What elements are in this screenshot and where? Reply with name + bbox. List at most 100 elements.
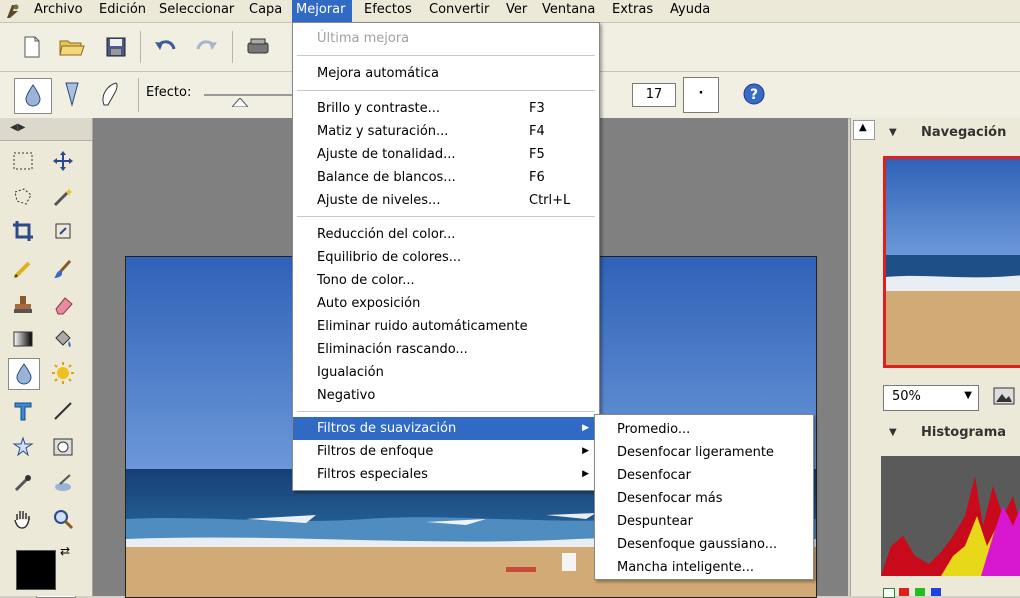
shape-icon[interactable]: [8, 432, 38, 462]
line-icon[interactable]: [48, 396, 78, 426]
menu-mejorar[interactable]: Mejorar: [292, 0, 352, 22]
menu-item-auto-exposicion[interactable]: Auto exposición: [293, 292, 599, 315]
menu-extras[interactable]: Extras: [608, 0, 657, 22]
crop-icon[interactable]: [8, 216, 38, 246]
menu-bar: Archivo Edición Seleccionar Capa Mejorar…: [0, 0, 1020, 23]
menu-item-balance-blancos[interactable]: Balance de blancos... F6: [293, 166, 599, 189]
menu-separator: [297, 55, 595, 56]
menu-separator: [297, 411, 595, 412]
menu-item-ajuste-tonalidad[interactable]: Ajuste de tonalidad... F5: [293, 143, 599, 166]
panel-scroll-button[interactable]: ▲: [853, 120, 875, 140]
save-disk-icon[interactable]: [102, 33, 130, 61]
clone-stamp-icon[interactable]: [8, 290, 38, 320]
smudge-finger-icon[interactable]: [96, 80, 124, 108]
lasso-icon[interactable]: [8, 182, 38, 212]
blur-drop-icon[interactable]: [14, 78, 52, 114]
menu-item-equilibrio-colores[interactable]: Equilibrio de colores...: [293, 246, 599, 269]
zoom-icon[interactable]: [48, 504, 78, 534]
histogram-graph: [881, 456, 1020, 576]
gradient-icon[interactable]: [8, 324, 38, 354]
toolbox: ◀▶ ⇄: [0, 118, 93, 598]
swap-colors-icon[interactable]: ⇄: [60, 544, 70, 558]
menu-separator: [297, 216, 595, 217]
menu-ver[interactable]: Ver: [502, 0, 531, 22]
redo-icon[interactable]: [192, 33, 220, 61]
menu-capa[interactable]: Capa: [245, 0, 286, 22]
marquee-icon[interactable]: [8, 146, 38, 176]
collapse-triangle-icon[interactable]: ▼: [889, 120, 897, 146]
effect-slider-thumb[interactable]: [230, 96, 250, 111]
help-icon[interactable]: ?: [740, 80, 768, 108]
channel-red-swatch[interactable]: [899, 588, 909, 596]
magic-wand-icon[interactable]: [48, 182, 78, 212]
foreground-color-swatch[interactable]: [16, 550, 56, 590]
eyedropper-icon[interactable]: [8, 468, 38, 498]
menu-item-mejora-automatica[interactable]: Mejora automática: [293, 62, 599, 85]
chevron-down-icon[interactable]: ▼: [964, 390, 972, 401]
text-icon[interactable]: [8, 396, 38, 426]
menu-item-filtros-suavizacion[interactable]: Filtros de suavización ▶: [293, 417, 599, 440]
menu-item-filtros-especiales[interactable]: Filtros especiales ▶: [293, 463, 599, 486]
undo-icon[interactable]: [152, 33, 180, 61]
menu-item-igualacion[interactable]: Igualación: [293, 361, 599, 384]
new-document-icon[interactable]: [18, 33, 46, 61]
pencil-icon[interactable]: [8, 254, 38, 284]
menu-item-filtros-enfoque[interactable]: Filtros de enfoque ▶: [293, 440, 599, 463]
menu-item-tono-color[interactable]: Tono de color...: [293, 269, 599, 292]
submenu-item-desenfocar[interactable]: Desenfocar: [617, 464, 691, 487]
menu-item-negativo[interactable]: Negativo: [293, 384, 599, 407]
hand-icon[interactable]: [8, 504, 38, 534]
menu-convertir[interactable]: Convertir: [425, 0, 493, 22]
zoom-select[interactable]: 50% ▼: [883, 385, 979, 411]
svg-text:?: ?: [750, 87, 758, 103]
navigation-thumbnail[interactable]: [883, 156, 1020, 368]
submenu-item-desenfocar-mas[interactable]: Desenfocar más: [617, 487, 723, 510]
submenu-arrow-icon: ▶: [582, 423, 589, 433]
sharpen-cone-icon[interactable]: [58, 80, 86, 108]
brush-shape-box[interactable]: ·: [683, 77, 719, 113]
fill-bucket-icon[interactable]: [48, 324, 78, 354]
menu-item-matiz-saturacion[interactable]: Matiz y saturación... F4: [293, 120, 599, 143]
submenu-item-mancha-inteligente[interactable]: Mancha inteligente...: [617, 556, 754, 579]
app-icon: [4, 2, 22, 20]
menu-seleccionar[interactable]: Seleccionar: [155, 0, 238, 22]
scanner-icon[interactable]: [244, 33, 272, 61]
menu-efectos[interactable]: Efectos: [360, 0, 416, 22]
rectangle-icon[interactable]: [48, 432, 78, 462]
histogram-panel-header[interactable]: ▼ Histograma: [877, 420, 1020, 446]
menu-ventana[interactable]: Ventana: [538, 0, 599, 22]
collapse-triangle-icon[interactable]: ▼: [889, 420, 897, 446]
effect-label: Efecto:: [146, 85, 192, 100]
brush-icon[interactable]: [48, 254, 78, 284]
sun-dodge-icon[interactable]: [48, 358, 78, 388]
eraser-icon[interactable]: [48, 290, 78, 320]
channel-all-swatch[interactable]: [883, 588, 895, 598]
channel-blue-swatch[interactable]: [931, 588, 941, 596]
size-input[interactable]: 17: [632, 83, 676, 107]
submenu-item-promedio[interactable]: Promedio...: [617, 418, 690, 441]
menu-item-ultima-mejora[interactable]: Última mejora: [293, 27, 599, 50]
menu-ayuda[interactable]: Ayuda: [666, 0, 714, 22]
toolbox-header[interactable]: ◀▶: [0, 118, 92, 141]
channel-green-swatch[interactable]: [915, 588, 925, 596]
submenu-item-despuntear[interactable]: Despuntear: [617, 510, 693, 533]
move-icon[interactable]: [48, 146, 78, 176]
collapse-arrows-icon[interactable]: ◀▶: [10, 122, 25, 133]
menu-item-reduccion-color[interactable]: Reducción del color...: [293, 223, 599, 246]
submenu-item-desenfoque-gaussiano[interactable]: Desenfoque gaussiano...: [617, 533, 777, 556]
menu-edicion[interactable]: Edición: [95, 0, 150, 22]
menu-item-eliminacion-rascando[interactable]: Eliminación rascando...: [293, 338, 599, 361]
view-image-icon[interactable]: [991, 384, 1019, 410]
right-panel: ▲ ▼ Navegación 50% ▼ ▼ Histograma: [850, 118, 1020, 598]
transform-icon[interactable]: [48, 216, 78, 246]
navigation-panel-header[interactable]: ▼ Navegación: [877, 120, 1020, 146]
smudge-icon[interactable]: [48, 468, 78, 498]
menu-archivo[interactable]: Archivo: [30, 0, 87, 22]
open-folder-icon[interactable]: [58, 33, 86, 61]
submenu-item-desenfocar-ligeramente[interactable]: Desenfocar ligeramente: [617, 441, 774, 464]
menu-item-eliminar-ruido[interactable]: Eliminar ruido automáticamente: [293, 315, 599, 338]
menu-item-ajuste-niveles[interactable]: Ajuste de niveles... Ctrl+L: [293, 189, 599, 212]
blur-tool-icon[interactable]: [8, 358, 40, 390]
menu-item-brillo-contraste[interactable]: Brillo y contraste... F3: [293, 97, 599, 120]
navigation-title: Navegación: [921, 125, 1007, 140]
